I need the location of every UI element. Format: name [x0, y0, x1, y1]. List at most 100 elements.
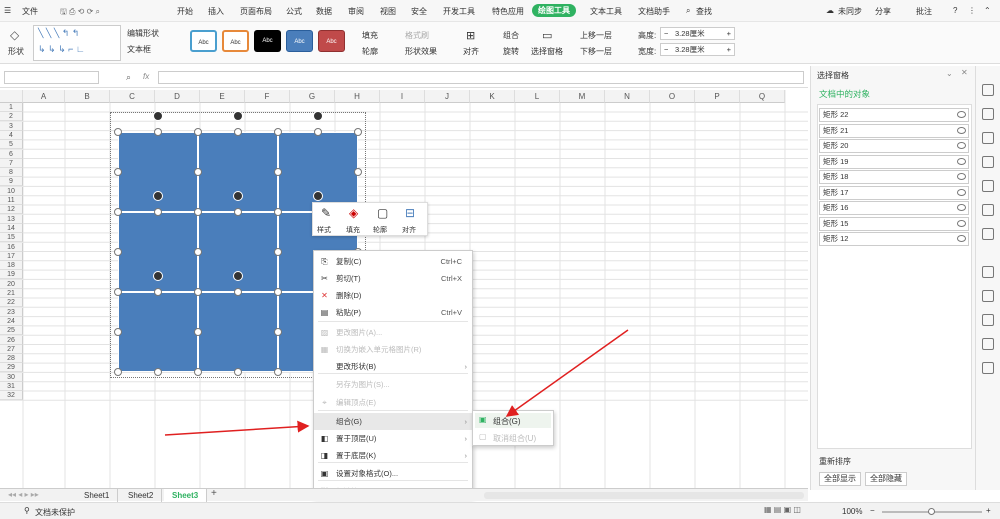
resize-handle[interactable]	[194, 368, 202, 376]
share-button[interactable]: 分享	[875, 6, 891, 17]
context-menu-item[interactable]: ⎘ 复制(C) Ctrl+C	[314, 253, 472, 270]
resize-handle[interactable]	[314, 128, 322, 136]
backup-icon[interactable]	[982, 362, 994, 374]
row-header-32[interactable]: 32	[0, 391, 23, 401]
bring-forward-button[interactable]: 上移一层	[580, 30, 612, 41]
resize-handle[interactable]	[274, 288, 282, 296]
row-header-13[interactable]: 13	[0, 214, 23, 224]
width-input[interactable]: −3.28厘米 +	[660, 43, 735, 56]
hide-all-button[interactable]: 全部隐藏	[865, 472, 907, 486]
resize-handle[interactable]	[114, 168, 122, 176]
rotate-handle-icon[interactable]	[233, 191, 243, 201]
search-icon[interactable]: ⌕	[686, 6, 690, 16]
view-mode-icons[interactable]: ▦ ▤ ▣ ◫	[764, 505, 801, 514]
row-header-19[interactable]: 19	[0, 270, 23, 280]
shape-button[interactable]: 形状	[8, 46, 24, 57]
tab-drawing-tools[interactable]: 绘图工具	[532, 4, 576, 17]
resize-handle[interactable]	[274, 328, 282, 336]
resize-handle[interactable]	[154, 288, 162, 296]
rotate-handle-icon[interactable]	[233, 271, 243, 281]
collapse-icon[interactable]: ⌃	[984, 6, 991, 15]
selection-pane-object[interactable]: 矩形 18	[819, 170, 969, 184]
resize-handle[interactable]	[114, 248, 122, 256]
context-menu-item[interactable]: ✕ 删除(D)	[314, 287, 472, 304]
column-header-C[interactable]: C	[110, 90, 155, 103]
mini-outline-button[interactable]: 轮廓	[373, 225, 387, 235]
tab-formula[interactable]: 公式	[286, 6, 302, 17]
shape-tool-icon[interactable]	[982, 108, 994, 120]
resize-handle[interactable]	[274, 128, 282, 136]
visibility-eye-icon[interactable]	[957, 126, 966, 134]
row-header-22[interactable]: 22	[0, 298, 23, 308]
resize-handle[interactable]	[114, 368, 122, 376]
resize-handle[interactable]	[154, 208, 162, 216]
hamburger-icon[interactable]: ☰	[4, 6, 11, 15]
resize-handle[interactable]	[154, 368, 162, 376]
selection-pane-object[interactable]: 矩形 19	[819, 154, 969, 169]
image-icon[interactable]	[982, 314, 994, 326]
column-header-E[interactable]: E	[200, 90, 245, 103]
tab-special[interactable]: 特色应用	[492, 6, 524, 17]
resize-handle[interactable]	[274, 248, 282, 256]
share-icon[interactable]	[982, 290, 994, 302]
tab-doc-assistant[interactable]: 文档助手	[638, 6, 670, 17]
context-menu-item[interactable]: ▦ 切换为嵌入单元格图片(R)	[314, 341, 472, 358]
align-button[interactable]: 对齐	[463, 46, 479, 57]
resource-icon[interactable]	[982, 266, 994, 278]
column-header-I[interactable]: I	[380, 90, 425, 103]
select-all-corner[interactable]	[0, 90, 23, 103]
resize-handle[interactable]	[194, 288, 202, 296]
resize-handle[interactable]	[274, 168, 282, 176]
rotate-handle-icon[interactable]	[313, 111, 323, 121]
context-menu-item[interactable]: ◧ 置于顶层(U) ›	[314, 430, 472, 447]
row-header-28[interactable]: 28	[0, 354, 23, 364]
fill-icon[interactable]: ◈	[349, 206, 358, 220]
sheet-nav-icons[interactable]: ◂◂ ◂ ▸ ▸▸	[8, 490, 39, 499]
row-header-1[interactable]: 1	[0, 103, 23, 112]
resize-handle[interactable]	[354, 168, 362, 176]
selection-pane-object[interactable]: 矩形 20	[819, 139, 969, 153]
send-backward-button[interactable]: 下移一层	[580, 46, 612, 57]
style-icon[interactable]: ✎	[321, 206, 331, 220]
tab-review[interactable]: 审阅	[348, 6, 364, 17]
sheet-tab-3[interactable]: Sheet3	[164, 489, 208, 502]
resize-handle[interactable]	[234, 208, 242, 216]
column-header-B[interactable]: B	[65, 90, 110, 103]
row-header-5[interactable]: 5	[0, 140, 23, 150]
tab-home[interactable]: 开始	[177, 6, 193, 17]
style-sample-5[interactable]: Abc	[318, 30, 345, 52]
row-header-15[interactable]: 15	[0, 233, 23, 243]
resize-handle[interactable]	[114, 208, 122, 216]
visibility-eye-icon[interactable]	[957, 142, 966, 149]
context-menu-item[interactable]: ▨ 更改图片(A)...	[314, 324, 472, 341]
row-header-7[interactable]: 7	[0, 158, 23, 168]
visibility-eye-icon[interactable]	[957, 219, 966, 227]
rectangle-shape[interactable]	[198, 292, 278, 372]
mini-align-button[interactable]: 对齐	[402, 225, 416, 235]
resize-handle[interactable]	[194, 328, 202, 336]
rotate-handle-icon[interactable]	[313, 191, 323, 201]
row-header-26[interactable]: 26	[0, 335, 23, 345]
column-header-H[interactable]: H	[335, 90, 380, 103]
group-button[interactable]: 组合	[503, 30, 519, 41]
play-icon[interactable]	[982, 338, 994, 350]
selection-pane-object[interactable]: 矩形 12	[819, 232, 969, 246]
sync-status[interactable]: 未同步	[838, 6, 862, 17]
tab-text-tools[interactable]: 文本工具	[590, 6, 622, 17]
formula-input[interactable]	[158, 71, 804, 84]
row-header-12[interactable]: 12	[0, 205, 23, 215]
submenu-ungroup-item[interactable]: ▢ 取消组合(U)	[475, 430, 551, 445]
selection-pane-object[interactable]: 矩形 16	[819, 201, 969, 215]
column-header-J[interactable]: J	[425, 90, 470, 103]
context-menu-item[interactable]: ✂ 剪切(T) Ctrl+X	[314, 270, 472, 287]
column-header-D[interactable]: D	[155, 90, 200, 103]
row-header-18[interactable]: 18	[0, 261, 23, 271]
sheet-tab-2[interactable]: Sheet2	[120, 489, 163, 502]
tab-data[interactable]: 数据	[316, 6, 332, 17]
column-header-P[interactable]: P	[695, 90, 740, 103]
context-menu-item[interactable]: 另存为图片(S)...	[314, 376, 472, 393]
resize-handle[interactable]	[234, 128, 242, 136]
sheet-tab-1[interactable]: Sheet1	[76, 489, 119, 502]
row-header-6[interactable]: 6	[0, 149, 23, 159]
row-header-8[interactable]: 8	[0, 168, 23, 178]
